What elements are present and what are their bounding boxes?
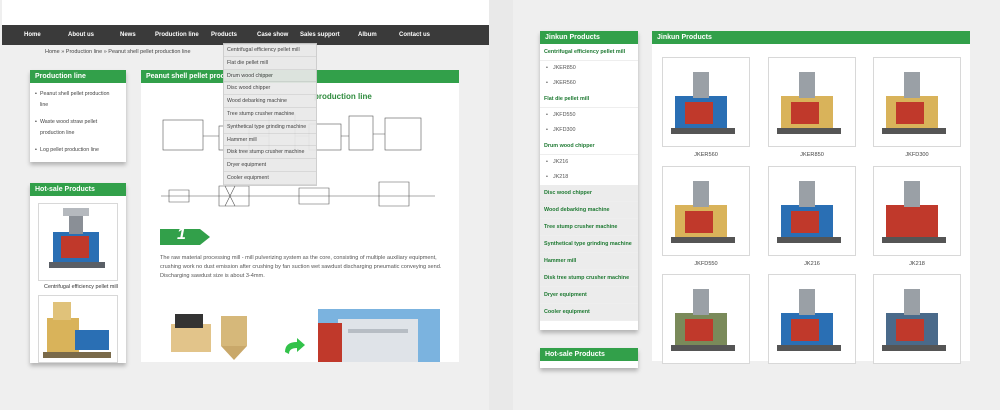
category-item[interactable]: Hammer mill (540, 253, 638, 270)
hot-sale-title: Hot-sale Products (30, 183, 126, 196)
category-item[interactable]: Disc wood chipper (540, 185, 638, 202)
category-item[interactable]: Synthetical type grinding machine (540, 236, 638, 253)
products-sidebar: Jinkun Products Centrifugal efficiency p… (540, 31, 638, 330)
left-screenshot: Home About us News Production line Produ… (0, 0, 489, 410)
breadcrumb[interactable]: Home » Production line » Peanut shell pe… (45, 49, 191, 55)
product-image (882, 289, 946, 351)
product-card[interactable] (768, 166, 856, 256)
production-line-item[interactable]: Log pellet production line (30, 139, 126, 156)
production-line-box: Production line Peanut shell pellet prod… (30, 70, 126, 162)
right-hot-sale-title: Hot-sale Products (540, 348, 638, 361)
product-image (882, 72, 946, 134)
products-dropdown: Centrifugal efficiency pellet mill Flat … (223, 43, 317, 186)
nav-products[interactable]: Products (211, 32, 257, 38)
product-caption[interactable]: JK216 (767, 261, 857, 267)
dropdown-item[interactable]: Dryer equipment (224, 159, 316, 172)
product-card[interactable] (873, 166, 961, 256)
diagram-heading: production line (314, 92, 372, 101)
dropdown-item[interactable]: Cooler equipment (224, 172, 316, 185)
category-subitem[interactable]: JK216 (540, 155, 638, 170)
nav-sales-support[interactable]: Sales support (300, 32, 358, 38)
product-card[interactable] (662, 166, 750, 256)
pellet-mill-image (49, 208, 105, 268)
sidebar-title: Jinkun Products (540, 31, 638, 44)
category-item[interactable]: Cooler equipment (540, 304, 638, 321)
category-subitem[interactable]: JKER850 (540, 61, 638, 76)
right-screenshot: Jinkun Products Centrifugal efficiency p… (513, 0, 1000, 410)
step-number: 1 (177, 226, 186, 243)
nav-news[interactable]: News (120, 32, 155, 38)
category-subitem[interactable]: JK218 (540, 170, 638, 185)
hot-sale-caption[interactable]: Centrifugal efficiency pellet mill (38, 284, 124, 290)
category-subitem[interactable]: JKER560 (540, 76, 638, 91)
product-image (777, 72, 841, 134)
category-item[interactable]: Disk tree stump crusher machine (540, 270, 638, 287)
production-line-title: Production line (30, 70, 126, 83)
category-subitem[interactable]: JKFD300 (540, 123, 638, 138)
factory-photo (318, 309, 440, 362)
product-card[interactable] (662, 57, 750, 147)
category-subitem[interactable]: JKFD550 (540, 108, 638, 123)
description: The raw material processing mill - mill … (160, 255, 442, 279)
category-item[interactable]: Dryer equipment (540, 287, 638, 304)
nav-contact[interactable]: Contact us (399, 32, 444, 38)
nav-production-line[interactable]: Production line (155, 32, 211, 38)
hot-sale-image[interactable] (38, 203, 118, 281)
product-caption[interactable]: JKFD300 (872, 152, 962, 158)
dropdown-item[interactable]: Disk tree stump crusher machine (224, 146, 316, 160)
product-image (777, 181, 841, 243)
product-card[interactable] (768, 57, 856, 147)
category-list: Centrifugal efficiency pellet millJKER85… (540, 44, 638, 321)
arrow-icon (285, 338, 305, 354)
product-image (777, 289, 841, 351)
nav-about[interactable]: About us (68, 32, 120, 38)
product-caption[interactable]: JKER560 (661, 152, 751, 158)
product-card[interactable] (768, 274, 856, 364)
dropdown-item[interactable]: Drum wood chipper (224, 70, 316, 83)
top-nav: Home About us News Production line Produ… (2, 25, 489, 45)
dropdown-item[interactable]: Tree stump crusher machine (224, 108, 316, 121)
product-image (882, 181, 946, 243)
product-caption[interactable]: JKER850 (767, 152, 857, 158)
product-card[interactable] (873, 274, 961, 364)
product-image (671, 72, 735, 134)
category-item[interactable]: Drum wood chipper (540, 138, 638, 155)
nav-album[interactable]: Album (358, 32, 399, 38)
product-image (671, 289, 735, 351)
header-strip (2, 0, 489, 25)
hammer-mill-photo (171, 314, 247, 360)
flat-die-mill-image (43, 302, 111, 358)
dropdown-item[interactable]: Wood debarking machine (224, 95, 316, 108)
hot-sale-image-2[interactable] (38, 295, 118, 363)
hot-sale-box: Hot-sale Products Centrifugal efficiency… (30, 183, 126, 363)
production-line-item[interactable]: Waste wood straw pellet production line (30, 111, 116, 139)
product-caption[interactable]: JK218 (872, 261, 962, 267)
category-item[interactable]: Flat die pellet mill (540, 91, 638, 108)
dropdown-item[interactable]: Flat die pellet mill (224, 57, 316, 70)
category-item[interactable]: Wood debarking machine (540, 202, 638, 219)
dropdown-item[interactable]: Synthetical type grinding machine (224, 121, 316, 134)
nav-case-show[interactable]: Case show (257, 32, 300, 38)
dropdown-item[interactable]: Hammer mill (224, 134, 316, 147)
dropdown-item[interactable]: Disc wood chipper (224, 82, 316, 96)
nav-home[interactable]: Home (24, 32, 68, 38)
product-caption[interactable]: JKFD550 (661, 261, 751, 267)
right-hot-sale-box: Hot-sale Products (540, 348, 638, 368)
product-image (671, 181, 735, 243)
category-item[interactable]: Centrifugal efficiency pellet mill (540, 44, 638, 61)
product-card[interactable] (873, 57, 961, 147)
category-item[interactable]: Tree stump crusher machine (540, 219, 638, 236)
product-card[interactable] (662, 274, 750, 364)
products-main: Jinkun Products JKER560 JKER850 JKFD300 JKF… (652, 31, 970, 364)
products-main-title: Jinkun Products (652, 31, 970, 44)
production-line-item[interactable]: Peanut shell pellet production line (30, 87, 116, 111)
dropdown-item[interactable]: Centrifugal efficiency pellet mill (224, 44, 316, 57)
